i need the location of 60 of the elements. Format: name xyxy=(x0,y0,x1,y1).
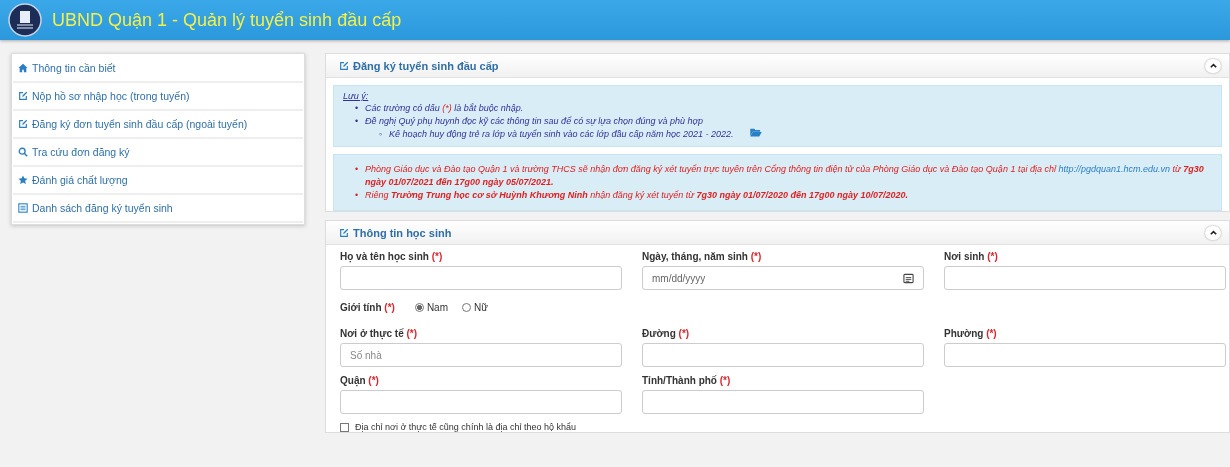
notice-text: Riêng Trường Trung học cơ sở Huỳnh Khương Ninh nhận đăng ký xét tuyển từ 7g30 ngày 01/07/2020 đến 17g00 ngày 10/07/2020. xyxy=(365,190,909,200)
bullet: ◦ xyxy=(379,128,383,141)
field-label: Ngày, tháng, năm sinh (*) xyxy=(642,251,763,262)
note-text: Đề nghị Quý phụ huynh đọc kỹ các thông tin sau để có sự lựa chọn đúng và phù hợp xyxy=(365,116,704,126)
field-label: Giới tính (*) xyxy=(340,301,395,313)
note-title: Lưu ý: xyxy=(343,91,369,101)
calendar-icon[interactable] xyxy=(903,272,914,284)
sidebar-item[interactable]: Danh sách đăng ký tuyển sinh xyxy=(13,195,303,223)
edit-icon xyxy=(18,119,28,129)
edit-icon xyxy=(339,227,349,238)
sidebar-item[interactable]: Đăng ký đơn tuyển sinh đầu cấp (ngoài tuyến) xyxy=(13,111,303,139)
bullet: • xyxy=(355,189,359,202)
date-field[interactable]: mm/dd/yyyy xyxy=(642,266,924,290)
sidebar-item[interactable]: Tra cứu đơn đăng ký xyxy=(13,139,303,167)
edit-icon xyxy=(18,91,28,101)
text-field[interactable] xyxy=(340,390,622,414)
star-icon xyxy=(18,175,28,185)
text-field[interactable]: Số nhà xyxy=(340,343,622,367)
text-field[interactable] xyxy=(944,343,1226,367)
radio-button[interactable] xyxy=(414,302,424,312)
radio-option[interactable]: Nam xyxy=(414,301,448,313)
collapse-button[interactable] xyxy=(1205,58,1221,73)
bullet: • xyxy=(355,102,359,115)
field-label: Nơi sinh (*) xyxy=(944,251,999,262)
sidebar-item[interactable]: Đánh giá chất lượng xyxy=(13,167,303,195)
collapse-button[interactable] xyxy=(1205,225,1221,240)
text-field[interactable] xyxy=(944,266,1226,290)
text-field[interactable] xyxy=(642,343,924,367)
text-field[interactable] xyxy=(340,266,622,290)
chevron-icon xyxy=(1208,228,1218,237)
website-link[interactable]: http://pgdquan1.hcm.edu.vn xyxy=(1058,164,1170,174)
app-title: UBND Quận 1 - Quản lý tuyển sinh đầu cấp xyxy=(52,9,402,31)
note-text: Các trường có dấu (*) là bắt buộc nhập. xyxy=(365,103,524,113)
panel-title: Đăng ký tuyển sinh đầu cấp xyxy=(353,59,499,72)
panel-title: Thông tin học sinh xyxy=(353,226,452,239)
search-icon xyxy=(18,147,28,157)
radio-button[interactable] xyxy=(462,302,471,312)
radio-option[interactable]: Nữ xyxy=(462,301,488,313)
chevron-icon xyxy=(1208,61,1218,70)
notice-text: Phòng Giáo dục và Đào tạo Quận 1 và trường THCS sẽ nhận đơn đăng ký xét tuyển trực tuyến trên Cổng thông tin điện tử của Phòng Giáo dục và Đào tạo Quận 1 tại địa chỉ http://pgdquan1.hcm.edu.vn từ 7g30 ngày 01/07/2021 đến 17g00 ngày 05/07/2021. xyxy=(365,164,1204,187)
field-label: Tỉnh/Thành phố (*) xyxy=(642,375,732,386)
sidebar-item[interactable]: Thông tin cần biết xyxy=(13,55,303,83)
edit-icon xyxy=(339,60,349,71)
field-label: Nơi ở thực tế (*) xyxy=(340,328,419,339)
list-icon xyxy=(18,203,28,213)
checkbox[interactable] xyxy=(340,422,349,432)
field-label: Họ và tên học sinh (*) xyxy=(340,251,444,262)
sidebar-item[interactable]: Nộp hồ sơ nhập học (trong tuyến) xyxy=(13,83,303,111)
field-label: Quận (*) xyxy=(340,375,380,386)
bullet: • xyxy=(355,115,359,128)
same-address-checkbox[interactable]: Địa chỉ nơi ở thực tế cũng chính là địa chỉ theo hộ khẩu xyxy=(340,422,1222,432)
folder-icon[interactable] xyxy=(750,128,763,137)
note-text: Kế hoạch huy động trẻ ra lớp và tuyển sinh vào các lớp đầu cấp năm học 2021 - 2022. xyxy=(389,129,734,139)
date-placeholder: mm/dd/yyyy xyxy=(652,272,706,284)
field-label: Phường (*) xyxy=(944,328,998,339)
home-icon xyxy=(18,63,28,73)
bullet: • xyxy=(355,163,359,176)
logo-icon xyxy=(8,3,42,37)
field-label: Đường (*) xyxy=(642,328,691,339)
text-field[interactable] xyxy=(642,390,924,414)
